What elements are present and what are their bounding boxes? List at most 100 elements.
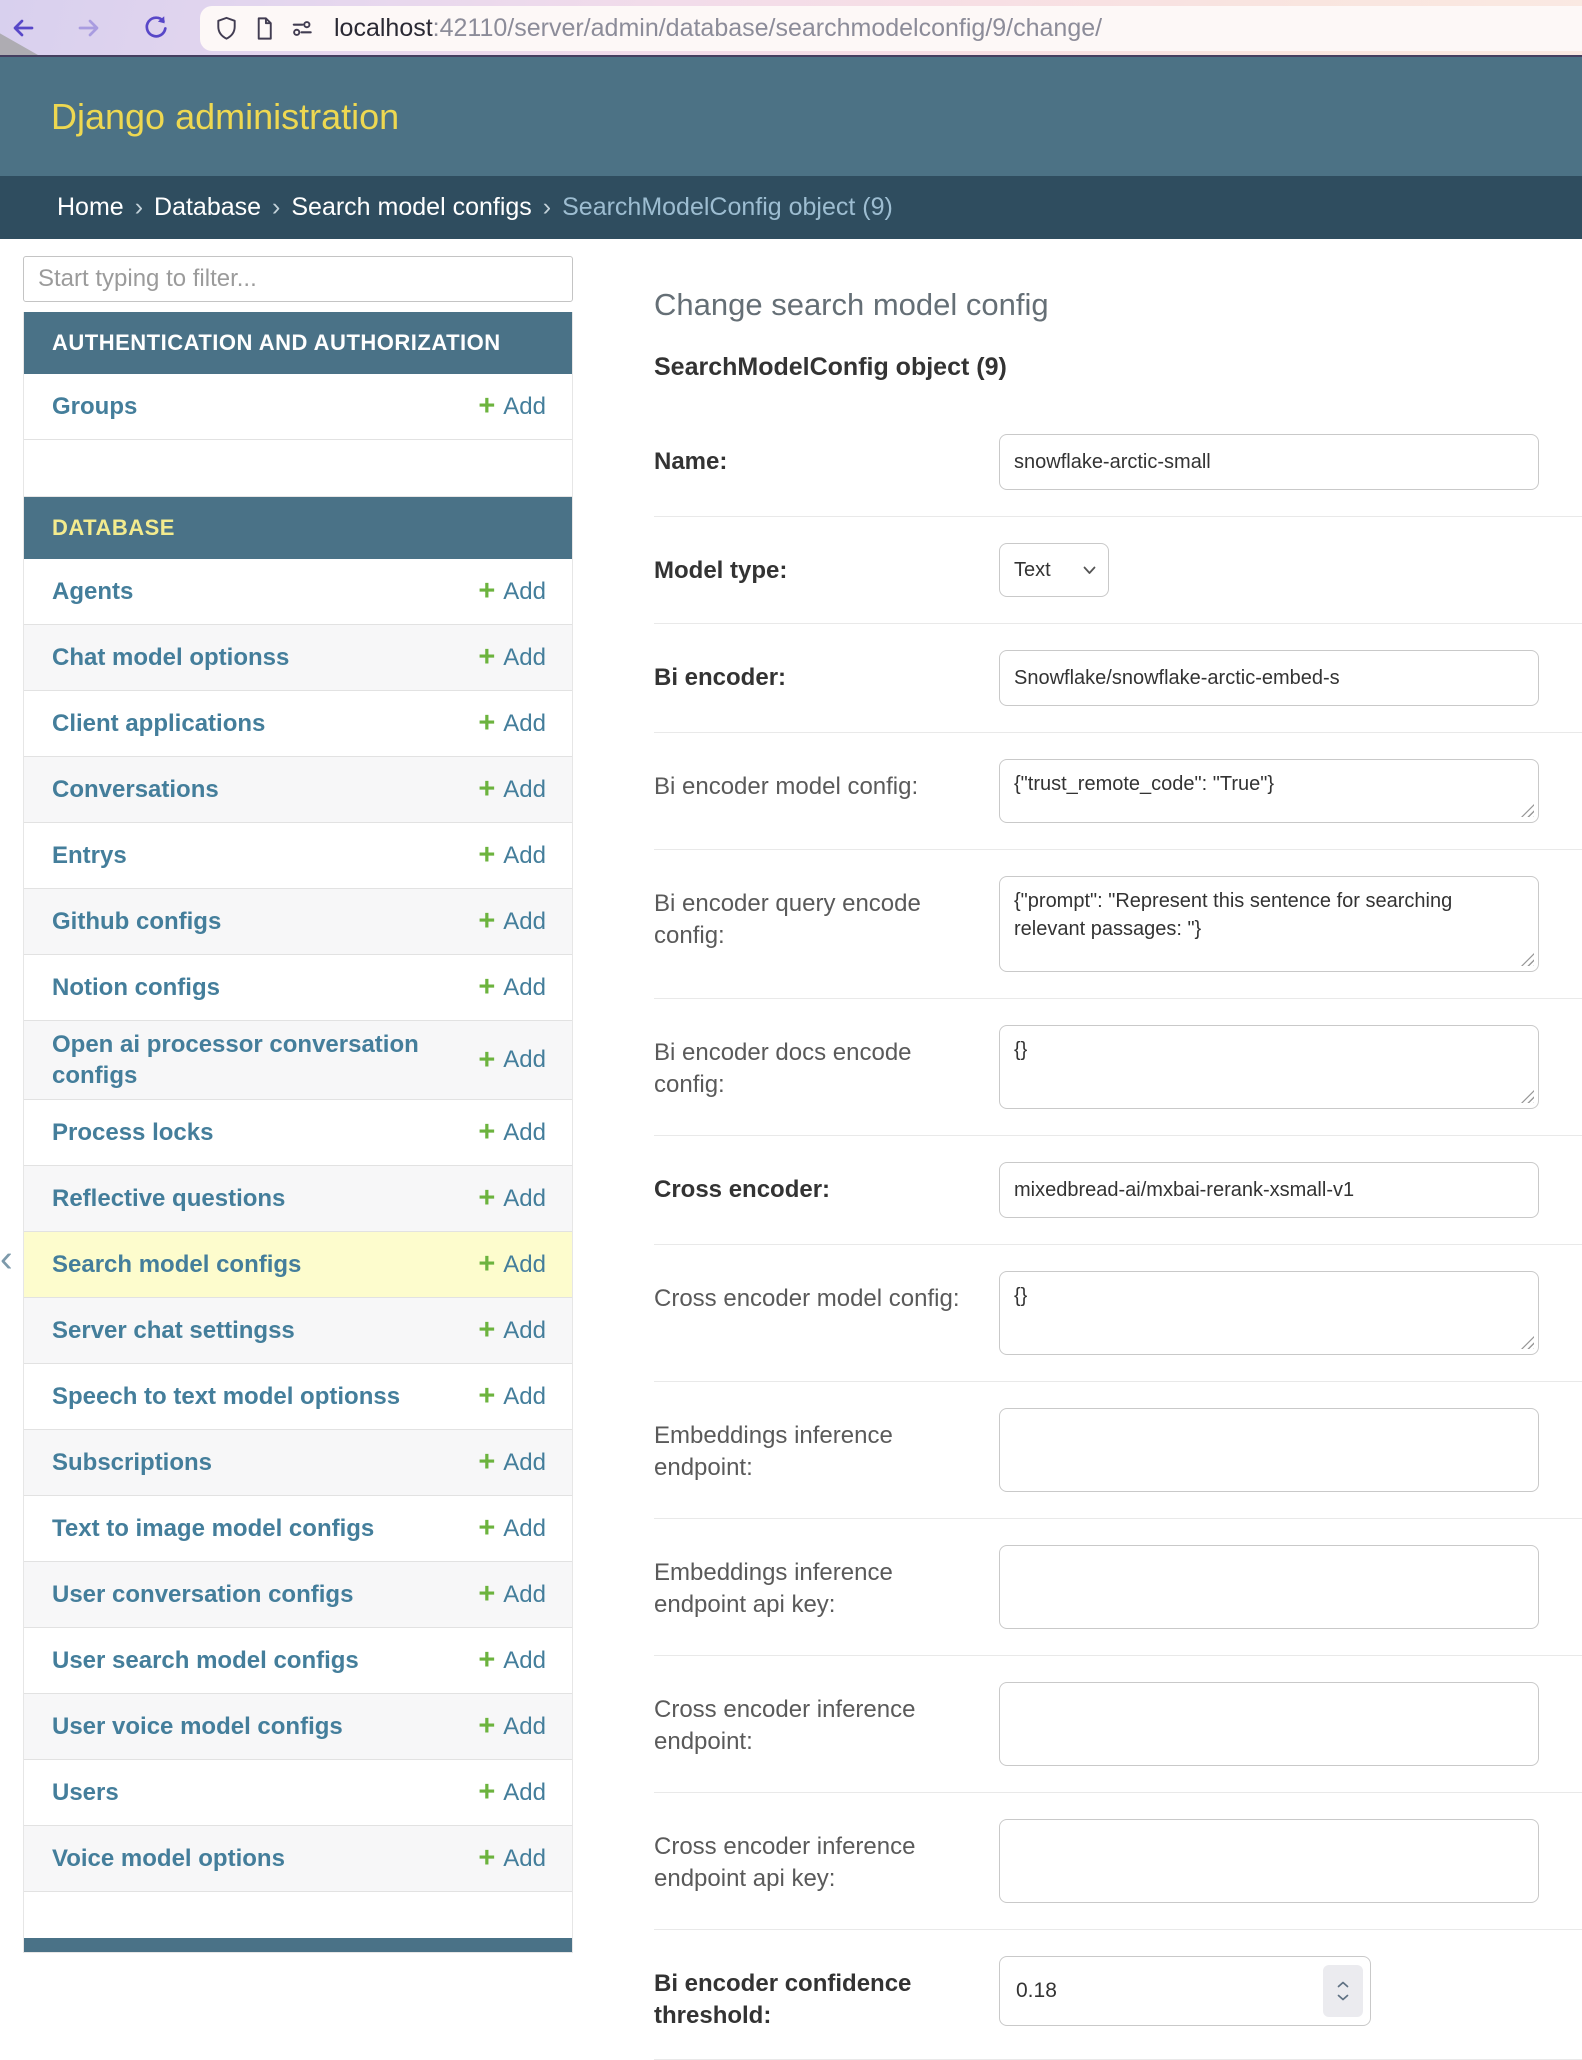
add-link[interactable]: +Add — [478, 973, 546, 1002]
spinner-down-icon[interactable] — [1337, 1994, 1349, 2001]
add-label: Add — [503, 1046, 546, 1074]
embeddings-inference-endpoint-api-key-input[interactable] — [999, 1545, 1539, 1629]
model-link[interactable]: User voice model configs — [52, 1711, 343, 1742]
browser-toolbar: localhost:42110/server/admin/database/se… — [0, 0, 1582, 57]
model-link[interactable]: Chat model optionss — [52, 642, 289, 673]
confidence-threshold-input[interactable]: 0.18 — [999, 1956, 1371, 2026]
cross-encoder-model-config-textarea[interactable]: {} — [999, 1271, 1539, 1355]
plus-icon: + — [478, 841, 495, 870]
field-label: Cross encoder inference endpoint: — [654, 1682, 999, 1759]
model-link[interactable]: Server chat settingss — [52, 1315, 295, 1346]
model-link[interactable]: Text to image model configs — [52, 1513, 374, 1544]
add-link[interactable]: +Add — [478, 1118, 546, 1147]
add-link[interactable]: +Add — [478, 643, 546, 672]
sidebar-filter-input[interactable] — [23, 256, 573, 302]
bi-encoder-query-encode-config-textarea[interactable]: {"prompt": "Represent this sentence for … — [999, 876, 1539, 972]
model-link[interactable]: Voice model options — [52, 1843, 285, 1874]
add-link[interactable]: +Add — [478, 1514, 546, 1543]
add-link[interactable]: +Add — [478, 1580, 546, 1609]
model-link[interactable]: Search model configs — [52, 1249, 301, 1280]
page-icon[interactable] — [251, 15, 278, 42]
add-link[interactable]: +Add — [478, 1448, 546, 1477]
add-link[interactable]: +Add — [478, 1844, 546, 1873]
form-row-cross-encoder-inference-endpoint: Cross encoder inference endpoint: — [654, 1656, 1582, 1793]
model-link[interactable]: Process locks — [52, 1117, 213, 1148]
cross-encoder-inference-endpoint-api-key-input[interactable] — [999, 1819, 1539, 1903]
breadcrumb-home[interactable]: Home — [57, 193, 124, 222]
model-link[interactable]: Notion configs — [52, 972, 220, 1003]
forward-icon[interactable] — [74, 13, 104, 43]
model-link[interactable]: Conversations — [52, 774, 219, 805]
bi-encoder-docs-encode-config-textarea[interactable]: {} — [999, 1025, 1539, 1109]
add-link[interactable]: +Add — [478, 1778, 546, 1807]
model-link[interactable]: Github configs — [52, 906, 221, 937]
model-link[interactable]: Users — [52, 1777, 119, 1808]
add-link[interactable]: +Add — [478, 392, 546, 421]
add-link[interactable]: +Add — [478, 1250, 546, 1279]
shield-icon[interactable] — [213, 15, 240, 42]
add-link[interactable]: +Add — [478, 709, 546, 738]
model-link[interactable]: Agents — [52, 576, 133, 607]
name-input[interactable] — [999, 434, 1539, 490]
model-link[interactable]: Groups — [52, 391, 137, 422]
permissions-toggle-icon[interactable] — [289, 15, 316, 42]
url-text: localhost:42110/server/admin/database/se… — [334, 14, 1102, 43]
model-type-select[interactable]: Text — [999, 543, 1109, 597]
spinner-up-icon[interactable] — [1337, 1981, 1349, 1988]
add-link[interactable]: +Add — [478, 1316, 546, 1345]
object-heading: SearchModelConfig object (9) — [654, 353, 1582, 382]
add-link[interactable]: +Add — [478, 1184, 546, 1213]
add-link[interactable]: +Add — [478, 1646, 546, 1675]
plus-icon: + — [478, 577, 495, 606]
add-label: Add — [503, 1779, 546, 1807]
field-label: Bi encoder: — [654, 650, 999, 694]
bi-encoder-input[interactable] — [999, 650, 1539, 706]
reload-icon[interactable] — [141, 13, 171, 43]
plus-icon: + — [478, 1184, 495, 1213]
field-label: Bi encoder query encode config: — [654, 876, 999, 953]
chevron-down-icon — [1083, 566, 1096, 575]
model-link[interactable]: Subscriptions — [52, 1447, 212, 1478]
cross-encoder-inference-endpoint-input[interactable] — [999, 1682, 1539, 1766]
breadcrumb-current: SearchModelConfig object (9) — [562, 193, 893, 222]
add-link[interactable]: +Add — [478, 841, 546, 870]
back-icon[interactable] — [8, 13, 38, 43]
model-link[interactable]: Open ai processor conversation configs — [52, 1029, 432, 1091]
sidebar-item-users: Users +Add — [24, 1760, 572, 1826]
add-link[interactable]: +Add — [478, 1382, 546, 1411]
model-link[interactable]: Entrys — [52, 840, 127, 871]
field-label: Embeddings inference endpoint: — [654, 1408, 999, 1485]
url-bar[interactable]: localhost:42110/server/admin/database/se… — [200, 6, 1582, 51]
field-label: Embeddings inference endpoint api key: — [654, 1545, 999, 1622]
model-link[interactable]: Speech to text model optionss — [52, 1381, 400, 1412]
bi-encoder-model-config-textarea[interactable]: {"trust_remote_code": "True"} — [999, 759, 1539, 823]
add-link[interactable]: +Add — [478, 1712, 546, 1741]
model-link[interactable]: Reflective questions — [52, 1183, 285, 1214]
sidebar-item-server-chat-settingss: Server chat settingss +Add — [24, 1298, 572, 1364]
sidebar-item-user-search-model-configs: User search model configs +Add — [24, 1628, 572, 1694]
plus-icon: + — [478, 1382, 495, 1411]
breadcrumb-database[interactable]: Database — [154, 193, 261, 222]
model-link[interactable]: User search model configs — [52, 1645, 359, 1676]
section-caption-auth[interactable]: AUTHENTICATION AND AUTHORIZATION — [24, 312, 572, 374]
nav-sidebar: AUTHENTICATION AND AUTHORIZATION Groups … — [23, 256, 573, 1953]
embeddings-inference-endpoint-input[interactable] — [999, 1408, 1539, 1492]
breadcrumb-search-model-configs[interactable]: Search model configs — [291, 193, 531, 222]
form-row-name: Name: — [654, 408, 1582, 517]
field-label: Bi encoder model config: — [654, 759, 999, 803]
add-link[interactable]: +Add — [478, 775, 546, 804]
number-spinner[interactable] — [1323, 1965, 1363, 2017]
add-link[interactable]: +Add — [478, 577, 546, 606]
plus-icon: + — [478, 1316, 495, 1345]
add-label: Add — [503, 393, 546, 421]
sidebar-item-text-to-image-model-configs: Text to image model configs +Add — [24, 1496, 572, 1562]
model-link[interactable]: User conversation configs — [52, 1579, 353, 1610]
add-link[interactable]: +Add — [478, 1046, 546, 1075]
add-link[interactable]: +Add — [478, 907, 546, 936]
sidebar-collapse-icon[interactable]: ‹ — [0, 1240, 13, 1278]
plus-icon: + — [478, 1448, 495, 1477]
model-link[interactable]: Client applications — [52, 708, 265, 739]
cross-encoder-input[interactable] — [999, 1162, 1539, 1218]
site-name[interactable]: Django administration — [51, 96, 399, 138]
section-caption-database[interactable]: DATABASE — [24, 497, 572, 559]
